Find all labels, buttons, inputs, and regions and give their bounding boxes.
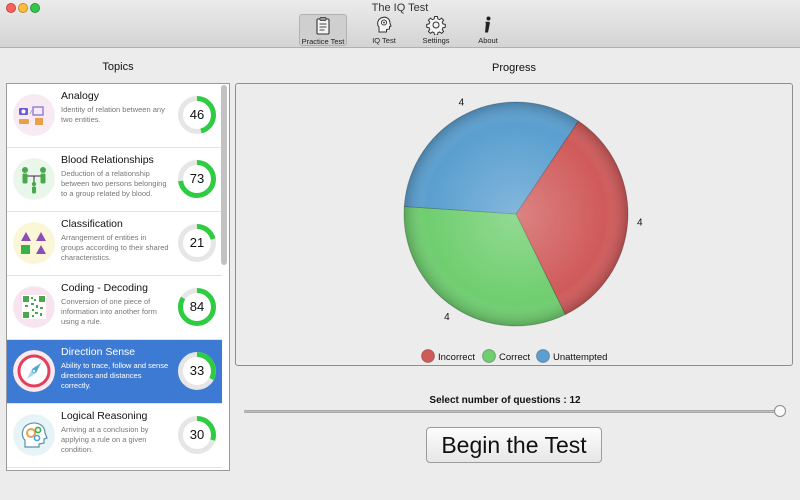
topic-score: 33 bbox=[189, 363, 205, 378]
topic-name: Analogy bbox=[61, 90, 99, 102]
legend-label-correct: Correct bbox=[499, 352, 531, 363]
question-count-slider[interactable] bbox=[244, 410, 780, 413]
topic-description: Deduction of a relationship between two … bbox=[61, 169, 167, 198]
toolbar-label: Settings bbox=[422, 36, 450, 45]
topic-score: 46 bbox=[189, 107, 205, 122]
toolbar-settings[interactable]: Settings bbox=[412, 14, 460, 46]
progress-pie-chart: 4 4 4 Incorrect Correct Unattempted bbox=[403, 98, 643, 363]
legend-swatch-correct bbox=[482, 349, 496, 363]
begin-test-button[interactable]: Begin the Test bbox=[426, 427, 602, 463]
gears-head-icon bbox=[13, 414, 55, 456]
pie-label-correct: 4 bbox=[444, 312, 450, 323]
topic-name: Coding - Decoding bbox=[61, 282, 148, 294]
topic-description: Conversion of one piece of information i… bbox=[61, 297, 157, 326]
topic-row-logical-reasoning[interactable]: Logical Reasoning Arriving at a conclusi… bbox=[7, 404, 222, 468]
question-count-label: Select number of questions : 12 bbox=[429, 395, 581, 406]
window-titlebar: The IQ Test Practice Test IQ Test Settin… bbox=[0, 0, 800, 48]
clipboard-icon bbox=[316, 17, 330, 35]
topic-description: Ability to trace, follow and sense direc… bbox=[61, 361, 169, 390]
topic-description: Arriving at a conclusion by applying a r… bbox=[61, 425, 149, 454]
qr-code-icon bbox=[13, 286, 55, 328]
topics-heading: Topics bbox=[102, 61, 134, 73]
topic-score: 73 bbox=[189, 171, 205, 186]
topic-description: Arrangement of entities in groups accord… bbox=[61, 233, 169, 262]
toolbar-about[interactable]: About bbox=[464, 14, 512, 46]
topic-row-direction-sense[interactable]: Direction Sense Ability to trace, follow… bbox=[7, 340, 222, 404]
topic-row-blood-relationships[interactable]: Blood Relationships Deduction of a relat… bbox=[7, 148, 222, 212]
legend-swatch-unattempted bbox=[536, 349, 550, 363]
topic-name: Blood Relationships bbox=[61, 154, 154, 166]
progress-chart-panel: 4 4 4 Incorrect Correct Unattempted bbox=[235, 83, 793, 366]
toolbar-label: IQ Test bbox=[372, 36, 396, 45]
analogy-icon bbox=[13, 94, 55, 136]
compass-icon bbox=[13, 350, 55, 392]
window-title: The IQ Test bbox=[371, 2, 429, 14]
topic-name: Direction Sense bbox=[61, 346, 136, 358]
scrollbar-thumb[interactable] bbox=[221, 85, 227, 265]
legend-label-unattempted: Unattempted bbox=[553, 352, 607, 363]
topic-score: 84 bbox=[189, 299, 205, 314]
toolbar-label: Practice Test bbox=[301, 37, 345, 46]
pie-label-incorrect: 4 bbox=[637, 217, 643, 228]
topic-row-classification[interactable]: Classification Arrangement of entities i… bbox=[7, 212, 222, 276]
brain-head-icon bbox=[377, 16, 392, 33]
topic-score: 21 bbox=[189, 235, 205, 250]
info-icon bbox=[485, 16, 491, 33]
pie-label-unattempted: 4 bbox=[459, 98, 465, 109]
gear-icon bbox=[426, 16, 446, 35]
family-icon bbox=[13, 158, 55, 200]
topic-name: Classification bbox=[61, 218, 123, 230]
toolbar-label: About bbox=[478, 36, 498, 45]
topic-name: Logical Reasoning bbox=[61, 410, 148, 422]
toolbar-iq-test[interactable]: IQ Test bbox=[360, 14, 408, 46]
progress-heading: Progress bbox=[491, 62, 537, 74]
topic-score: 30 bbox=[189, 427, 205, 442]
topics-scrollbar[interactable] bbox=[221, 85, 227, 469]
legend-label-incorrect: Incorrect bbox=[438, 352, 475, 363]
slider-knob[interactable] bbox=[774, 405, 786, 417]
shapes-icon bbox=[13, 222, 55, 264]
topic-row-coding-decoding[interactable]: Coding - Decoding Conversion of one piec… bbox=[7, 276, 222, 340]
topics-list: Analogy Identity of relation between any… bbox=[6, 83, 230, 471]
topic-description: Identity of relation between any two ent… bbox=[61, 105, 165, 124]
toolbar-practice-test[interactable]: Practice Test bbox=[299, 14, 347, 46]
topic-row-analogy[interactable]: Analogy Identity of relation between any… bbox=[7, 84, 222, 148]
legend-swatch-incorrect bbox=[421, 349, 435, 363]
